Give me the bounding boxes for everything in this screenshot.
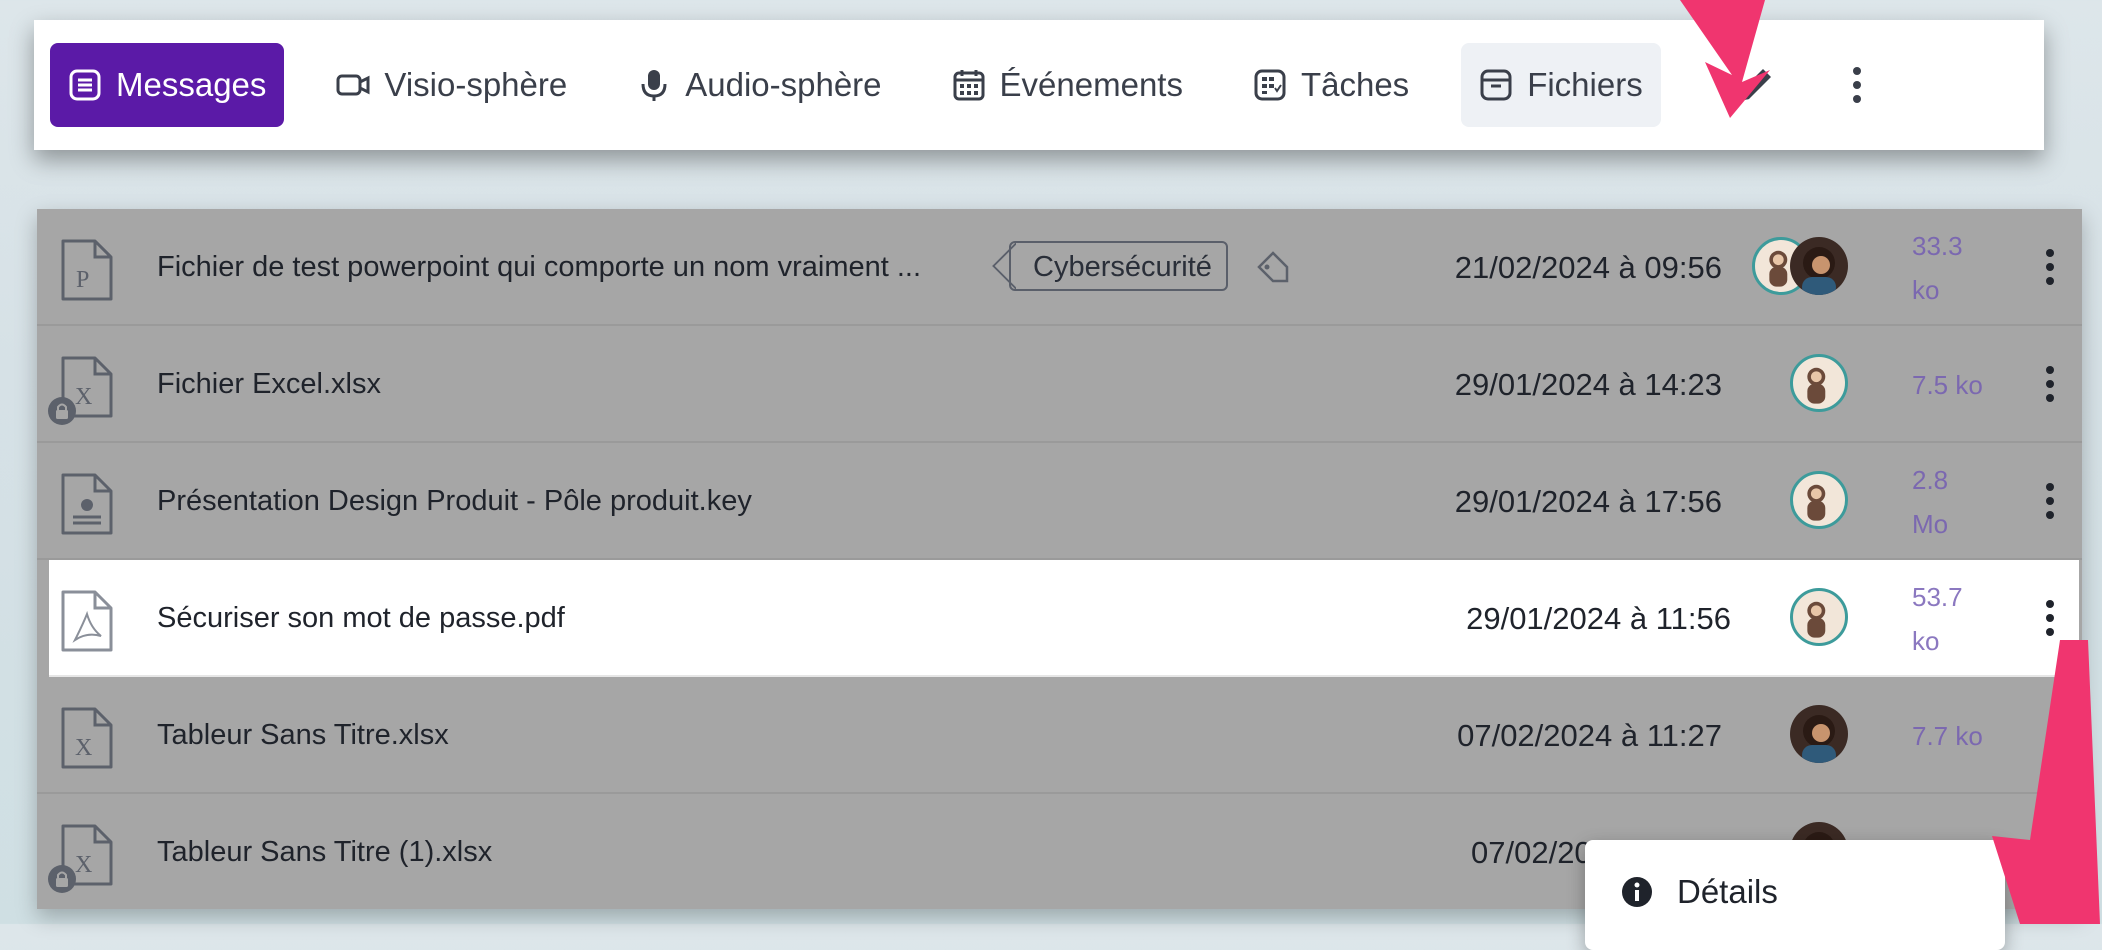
svg-text:X: X [75,384,92,410]
avatar [1790,588,1848,646]
tasks-board-icon [1253,68,1287,102]
svg-text:P: P [76,267,89,293]
info-circle-icon [1622,877,1652,907]
kebab-menu-icon [2046,366,2054,402]
tab-taches[interactable]: Tâches [1235,43,1427,127]
file-name: Fichier Excel.xlsx [157,368,381,400]
file-size: 2.8 Mo [1912,464,1949,539]
file-name: Tableur Sans Titre (1).xlsx [157,836,493,868]
tag-icon[interactable] [1255,249,1291,285]
tab-label: Tâches [1300,66,1410,103]
tab-label: Visio-sphère [384,66,568,103]
file-name: Présentation Design Produit - Pôle produ… [157,485,752,517]
file-name: Tableur Sans Titre.xlsx [157,719,449,751]
file-members [1752,237,1872,299]
file-row-selected[interactable]: Sécuriser son mot de passe.pdf 29/01/202… [49,560,2079,677]
annotation-arrow-down [1992,640,2100,924]
tab-label: Fichiers [1527,66,1643,103]
file-actions-button[interactable] [2032,354,2068,414]
file-date: 29/01/2024 à 17:56 [1454,484,1722,519]
file-list: P Fichier de test powerpoint qui comport… [37,209,2082,909]
svg-text:X: X [75,852,92,878]
file-members [1752,471,1872,533]
file-actions-button[interactable] [2032,237,2068,297]
lock-icon [48,865,76,893]
file-row[interactable]: X Fichier Excel.xlsx 29/01/2024 à 14:23 … [37,326,2082,443]
tab-label: Audio-sphère [685,66,882,103]
avatar [1790,705,1848,763]
file-name: Fichier de test powerpoint qui comporte … [157,251,922,283]
powerpoint-file-icon: P [61,239,113,301]
file-members [1752,354,1872,416]
file-members [1752,705,1872,767]
file-date: 29/01/2024 à 14:23 [1454,367,1722,402]
file-size: 7.5 ko [1912,369,1983,400]
microphone-icon [637,68,671,102]
file-date: 29/01/2024 à 11:56 [1466,601,1731,636]
tab-label: Événements [999,66,1183,103]
presentation-file-icon [61,473,113,535]
menu-item-details[interactable]: Détails [1621,864,1778,920]
file-actions-button[interactable] [2032,588,2068,648]
avatar [1790,471,1848,529]
pdf-file-icon [61,590,113,652]
svg-text:X: X [75,735,92,761]
file-row[interactable]: X Tableur Sans Titre.xlsx 07/02/2024 à 1… [37,677,2082,794]
kebab-menu-icon [2046,600,2054,636]
annotation-arrow-down [1680,0,1770,118]
file-actions-button[interactable] [2032,471,2068,531]
kebab-menu-icon [2046,249,2054,285]
file-date: 07/02/2024 à 11:27 [1457,718,1722,753]
tab-label: Messages [116,66,267,103]
menu-item-label: Détails [1677,873,1778,910]
file-name: Sécuriser son mot de passe.pdf [157,602,565,634]
lock-icon [48,397,76,425]
kebab-menu-icon [1852,67,1861,103]
file-row[interactable]: Présentation Design Produit - Pôle produ… [37,443,2082,560]
tab-evenements[interactable]: Événements [934,43,1201,127]
file-members [1752,588,1872,650]
tab-visio-sphere[interactable]: Visio-sphère [318,43,585,127]
more-tabs-button[interactable] [1837,55,1877,115]
excel-file-icon: X [61,707,113,769]
tab-messages[interactable]: Messages [50,43,285,127]
video-camera-icon [336,68,370,102]
file-box-icon [1479,68,1513,102]
message-list-icon [68,68,102,102]
file-row[interactable]: P Fichier de test powerpoint qui comport… [37,209,2082,326]
file-size: 33.3 ko [1912,230,1963,305]
avatar [1790,237,1848,295]
file-tag[interactable]: Cybersécurité [1009,241,1228,291]
calendar-icon [952,68,986,102]
avatar [1790,354,1848,412]
tab-audio-sphere[interactable]: Audio-sphère [619,43,899,127]
kebab-menu-icon [2046,483,2054,519]
file-context-menu: Détails [1585,840,2005,950]
file-date: 21/02/2024 à 09:56 [1454,250,1722,285]
tab-fichiers[interactable]: Fichiers [1461,43,1661,127]
